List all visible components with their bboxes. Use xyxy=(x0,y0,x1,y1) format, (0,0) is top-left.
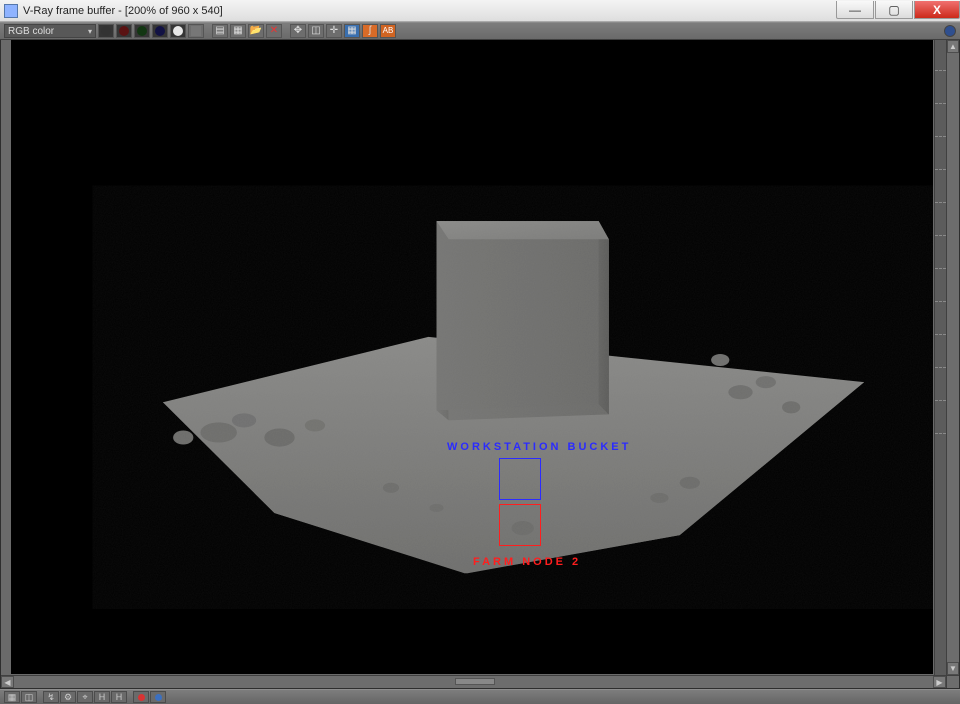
horizontal-scrollbar[interactable]: ◀ ▶ xyxy=(1,675,946,688)
close-icon: ✕ xyxy=(270,26,278,36)
maximize-button[interactable]: ▢ xyxy=(875,1,913,19)
side-ruler xyxy=(934,40,946,675)
mono-button[interactable] xyxy=(188,24,204,38)
window-controls: — ▢ X xyxy=(836,0,960,21)
gamma-curve-button[interactable]: ʃ xyxy=(362,24,378,38)
scroll-grip[interactable] xyxy=(455,678,495,685)
render-viewport[interactable]: WORKSTATION BUCKET FARM NODE 2 xyxy=(11,40,933,674)
content-area: WORKSTATION BUCKET FARM NODE 2 ▲ ▼ ◀ ▶ xyxy=(0,40,960,689)
blue-dot-icon xyxy=(155,694,162,701)
farm-node-bucket-label: FARM NODE 2 xyxy=(473,556,581,568)
link-button[interactable]: ✥ xyxy=(290,24,306,38)
scroll-up-button[interactable]: ▲ xyxy=(947,40,959,53)
track-mouse-button[interactable]: ✛ xyxy=(326,24,342,38)
scroll-right-button[interactable]: ▶ xyxy=(933,676,946,688)
workstation-bucket-label: WORKSTATION BUCKET xyxy=(447,441,631,453)
color-corrections-button[interactable]: ▦ xyxy=(344,24,360,38)
status-hist2-button[interactable]: H xyxy=(111,691,127,703)
status-pick-button[interactable]: ⌖ xyxy=(77,691,93,703)
floppy-multi-icon: ▦ xyxy=(233,26,242,36)
scroll-corner xyxy=(946,675,959,688)
scroll-left-button[interactable]: ◀ xyxy=(1,676,14,688)
region-button[interactable]: ◫ xyxy=(308,24,324,38)
curve-icon: ʃ xyxy=(369,26,371,36)
scroll-down-button[interactable]: ▼ xyxy=(947,662,959,675)
status-channels-button[interactable]: ⚙ xyxy=(60,691,76,703)
chevron-down-icon: ▾ xyxy=(88,27,92,36)
srgb-icon: AB xyxy=(383,27,394,35)
minimize-button[interactable]: — xyxy=(836,1,874,19)
save-all-button[interactable]: ▦ xyxy=(230,24,246,38)
titlebar: V-Ray frame buffer - [200% of 960 x 540]… xyxy=(0,0,960,22)
status-link-button[interactable]: ↯ xyxy=(43,691,59,703)
link-icon: ✥ xyxy=(294,26,302,36)
render-image xyxy=(11,40,933,674)
status-blue-dot[interactable] xyxy=(150,691,166,703)
channel-dropdown-label: RGB color xyxy=(8,26,54,37)
dock-icon[interactable] xyxy=(944,25,956,37)
farm-node-bucket-box xyxy=(499,504,541,546)
srgb-button[interactable]: AB xyxy=(380,24,396,38)
region-icon: ◫ xyxy=(311,26,320,36)
open-button[interactable]: 📂 xyxy=(248,24,264,38)
red-dot-icon xyxy=(138,694,145,701)
cc-icon: ▦ xyxy=(347,26,356,36)
window-title: V-Ray frame buffer - [200% of 960 x 540] xyxy=(23,5,223,17)
channel-dropdown[interactable]: RGB color ▾ xyxy=(4,24,96,38)
cursor-icon: ✛ xyxy=(330,26,338,36)
green-channel-button[interactable] xyxy=(134,24,150,38)
workstation-bucket-box xyxy=(499,458,541,500)
rgb-view-button[interactable] xyxy=(98,24,114,38)
red-channel-button[interactable] xyxy=(116,24,132,38)
status-grid-button[interactable]: ▦ xyxy=(4,691,20,703)
floppy-icon: ▤ xyxy=(215,26,224,36)
app-icon xyxy=(4,4,18,18)
vertical-scrollbar[interactable]: ▲ ▼ xyxy=(946,40,959,675)
status-hist-button[interactable]: H xyxy=(94,691,110,703)
blue-channel-button[interactable] xyxy=(152,24,168,38)
statusbar: ▦ ◫ ↯ ⚙ ⌖ H H xyxy=(0,689,960,704)
save-button[interactable]: ▤ xyxy=(212,24,228,38)
alpha-channel-button[interactable] xyxy=(170,24,186,38)
close-button[interactable]: X xyxy=(914,1,960,19)
status-red-dot[interactable] xyxy=(133,691,149,703)
status-split-button[interactable]: ◫ xyxy=(21,691,37,703)
open-icon: 📂 xyxy=(250,26,262,36)
clear-button[interactable]: ✕ xyxy=(266,24,282,38)
main-toolbar: RGB color ▾ ▤ ▦ 📂 ✕ ✥ ◫ ✛ ▦ ʃ AB xyxy=(0,22,960,40)
